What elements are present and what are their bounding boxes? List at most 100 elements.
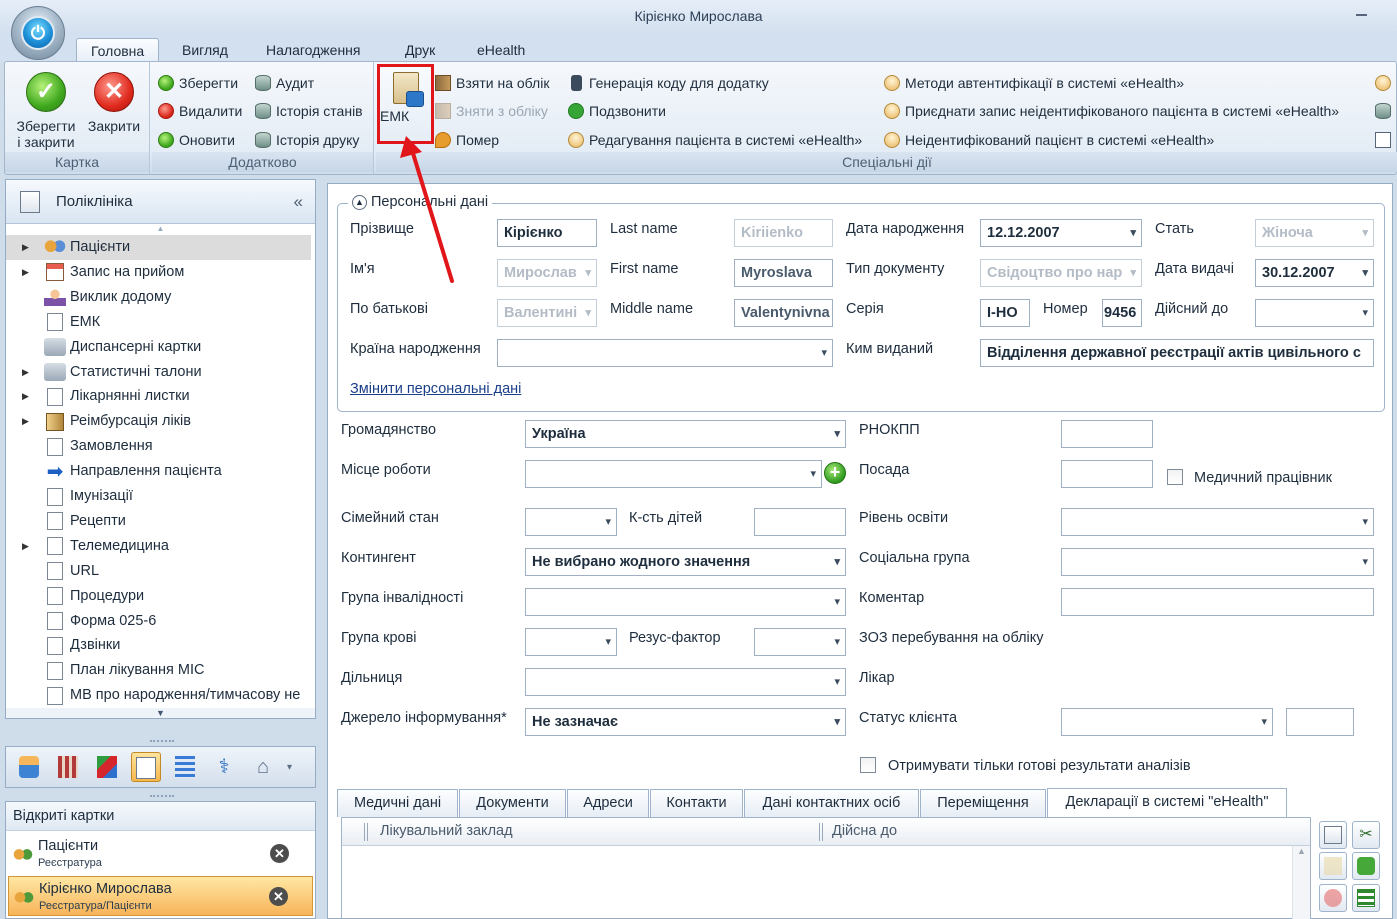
more-user-button[interactable] (1375, 72, 1396, 94)
module-medical-button[interactable]: ⚕ (209, 752, 239, 782)
tab-movements[interactable]: Переміщення (920, 789, 1046, 817)
close-button[interactable]: ✕ Закрити (83, 72, 145, 134)
audit-button[interactable]: Аудит (255, 72, 314, 94)
expand-arrow-icon[interactable]: ▶ (22, 384, 34, 409)
position-field[interactable] (1061, 460, 1153, 488)
nav-item[interactable]: ▶ Телемедицина (6, 534, 311, 559)
link-button[interactable] (1352, 852, 1380, 880)
education-select[interactable] (1061, 508, 1374, 536)
module-home-button[interactable]: ⌂ (248, 752, 278, 782)
toolbar-overflow-icon[interactable]: ▾ (287, 762, 292, 773)
social-group-select[interactable] (1061, 548, 1374, 576)
module-hospital-button[interactable] (170, 752, 200, 782)
firstname-field[interactable]: Myroslava (734, 259, 833, 287)
nav-item[interactable]: Дзвінки (6, 633, 311, 658)
medworker-checkbox[interactable] (1167, 469, 1183, 485)
nav-item[interactable]: URL (6, 559, 311, 584)
deregister-button[interactable]: Зняти з обліку (435, 100, 548, 122)
tab-contact-persons[interactable]: Дані контактних осіб (744, 789, 919, 817)
contingent-select[interactable]: Не вибрано жодного значення (525, 548, 846, 576)
module-schedule-button[interactable] (14, 752, 44, 782)
expand-arrow-icon[interactable]: ▶ (22, 260, 34, 285)
middlename-field[interactable]: Valentynivna (734, 299, 833, 327)
patronymic-field[interactable]: Валентині (497, 299, 597, 327)
add-document-button[interactable] (1319, 821, 1347, 849)
emk-button[interactable]: ЕМК (377, 64, 434, 144)
series-field[interactable]: І-НО (980, 299, 1030, 327)
tab-addresses[interactable]: Адреси (567, 789, 649, 817)
unidentified-button[interactable]: Неідентифікований пацієнт в системі «eHe… (884, 129, 1214, 151)
nav-item[interactable]: ЕМК (6, 310, 311, 335)
save-close-button[interactable]: ✓ Зберегти і закрити (11, 72, 81, 150)
more-db-button[interactable] (1375, 100, 1396, 122)
nav-scroll-up[interactable]: ▲ (6, 224, 315, 234)
nav-item[interactable]: Імунізації (6, 484, 311, 509)
blood-group-select[interactable] (525, 628, 617, 656)
nav-scroll-down[interactable]: ▼ (6, 708, 315, 718)
doctype-select[interactable]: Свідоцтво про нар (980, 259, 1142, 287)
splitter-grip[interactable] (150, 740, 174, 744)
expand-arrow-icon[interactable]: ▶ (22, 360, 34, 385)
sex-select[interactable]: Жіноча (1255, 219, 1374, 247)
nav-item[interactable]: ▶ Запис на прийом (6, 260, 311, 285)
module-clinic-button[interactable] (131, 752, 161, 782)
table-button[interactable] (1352, 884, 1380, 912)
calendar-button[interactable] (1375, 129, 1396, 151)
rh-factor-select[interactable] (754, 628, 846, 656)
tab-view[interactable]: Вигляд (168, 38, 242, 62)
birth-country-select[interactable] (497, 339, 833, 367)
tab-print[interactable]: Друк (391, 38, 449, 62)
nav-item[interactable]: ▶ Реімбурсація ліків (6, 409, 311, 434)
column-separator[interactable] (364, 823, 368, 841)
ready-results-checkbox[interactable] (860, 757, 876, 773)
tab-documents[interactable]: Документи (459, 789, 566, 817)
attach-record-button[interactable]: Приєднати запис неідентифікованого паціє… (884, 100, 1339, 122)
grid-scrollbar[interactable]: ▲ (1292, 846, 1310, 919)
print-history-button[interactable]: Історія друку (255, 129, 359, 151)
nav-item[interactable]: ▶ Пацієнти (6, 235, 311, 260)
module-windows-button[interactable] (92, 752, 122, 782)
splitter-grip-2[interactable] (150, 795, 174, 799)
nav-item[interactable]: Форма 025-6 (6, 609, 311, 634)
column-separator[interactable] (819, 823, 823, 841)
client-status-extra-field[interactable] (1286, 708, 1354, 736)
tools-button[interactable]: ✂ (1352, 821, 1380, 849)
birth-date-field[interactable]: 12.12.2007 (980, 219, 1142, 247)
citizenship-select[interactable]: Україна (525, 420, 846, 448)
register-button[interactable]: Взяти на облік (435, 72, 549, 94)
nav-item[interactable]: Диспансерні картки (6, 335, 311, 360)
gen-code-button[interactable]: Генерація коду для додатку (568, 72, 769, 94)
issue-date-field[interactable]: 30.12.2007 (1255, 259, 1374, 287)
tab-ehealth[interactable]: eHealth (463, 38, 539, 62)
tab-contacts[interactable]: Контакти (650, 789, 743, 817)
expand-arrow-icon[interactable]: ▶ (22, 235, 34, 260)
valid-until-field[interactable] (1255, 299, 1374, 327)
nav-item[interactable]: План лікування МІС (6, 658, 311, 683)
nav-item[interactable]: ▶ Лікарнянні листки (6, 384, 311, 409)
info-source-select[interactable]: Не зазначає (525, 708, 846, 736)
edit-ehealth-button[interactable]: Редагування пацієнта в системі «eHealth» (568, 129, 862, 151)
call-button[interactable]: Подзвонити (568, 100, 666, 122)
expand-arrow-icon[interactable]: ▶ (22, 409, 34, 434)
tab-home[interactable]: Головна (76, 38, 160, 62)
work-select[interactable] (525, 460, 822, 488)
district-select[interactable] (525, 668, 846, 696)
expand-arrow-icon[interactable]: ▶ (22, 534, 34, 559)
client-status-select[interactable] (1061, 708, 1273, 736)
close-card-icon[interactable]: ✕ (270, 844, 289, 863)
history-button[interactable]: Історія станів (255, 100, 363, 122)
module-lab-button[interactable] (53, 752, 83, 782)
column-valid-until[interactable]: Дійсна до (832, 823, 897, 839)
tab-ehealth-declarations[interactable]: Декларації в системі "eHealth" (1047, 788, 1287, 818)
add-work-button[interactable]: + (824, 462, 846, 484)
issued-by-field[interactable]: Відділення державної реєстрації актів ци… (980, 339, 1374, 367)
refresh-button[interactable]: Оновити (158, 129, 235, 151)
change-personal-data-link[interactable]: Змінити персональні дані (350, 381, 521, 397)
tab-settings[interactable]: Налагодження (252, 38, 375, 62)
children-field[interactable] (754, 508, 846, 536)
name-field[interactable]: Мирослав (497, 259, 597, 287)
collapse-icon[interactable]: « (294, 192, 303, 212)
number-field[interactable]: 9456 (1102, 299, 1142, 327)
nav-item[interactable]: Замовлення (6, 434, 311, 459)
disability-select[interactable] (525, 588, 846, 616)
